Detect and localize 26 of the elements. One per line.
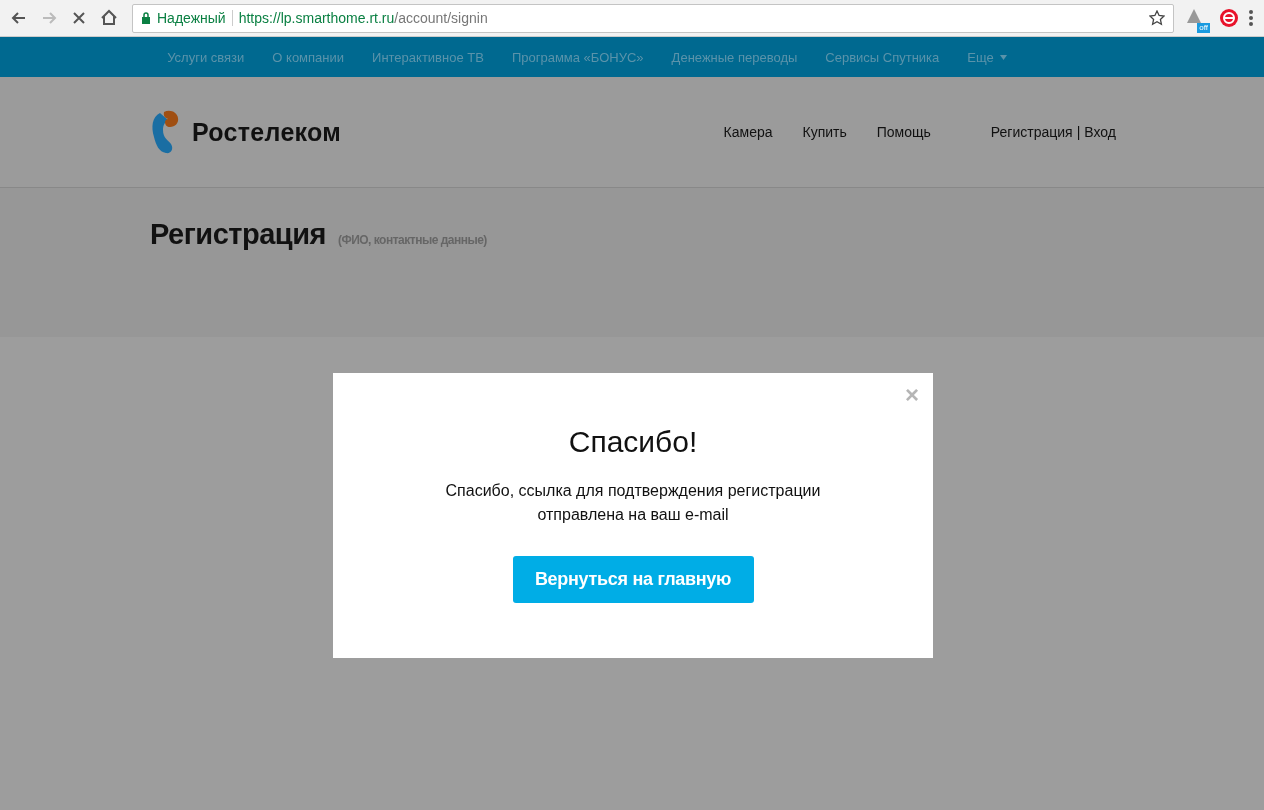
header-link[interactable]: Купить [802,124,847,140]
secure-label: Надежный [157,10,226,26]
register-link[interactable]: Регистрация [990,124,1073,140]
header-link[interactable]: Камера [723,124,773,140]
caret-icon [999,54,1007,60]
close-button[interactable]: × [905,383,919,407]
back-home-button[interactable]: Вернуться на главную [512,556,754,603]
url-text: https://lp.smarthome.rt.ru/account/signin [238,10,488,26]
nav-link[interactable]: О компании [272,49,345,65]
extension-icon[interactable] [1218,7,1240,29]
more-menu[interactable]: Еще [967,49,994,65]
logo-text: Ростелеком [192,117,342,147]
nav-link[interactable]: Денежные переводы [671,49,798,65]
star-icon[interactable] [1149,10,1165,26]
header-link[interactable]: Помощь [876,124,931,140]
login-link[interactable]: Вход [1084,124,1116,140]
nav-link[interactable]: Услуги связи [167,49,245,65]
nav-link[interactable]: Программа «БОНУС» [511,49,644,65]
nav-link[interactable]: Сервисы Спутника [825,49,940,65]
lock-icon [141,12,151,24]
nav-link[interactable]: Интерактивное ТВ [372,49,484,65]
modal-message: Спасибо, ссылка для подтверждения регистрации отправлена на ваш e-mail [445,481,821,525]
separator-text: | [1076,124,1081,140]
modal-title: Спасибо! [568,425,698,459]
address-bar[interactable]: Надежный https://lp.smarthome.rt.ru/account/signin [132,3,1174,33]
page-title: Регистрация [150,218,326,251]
